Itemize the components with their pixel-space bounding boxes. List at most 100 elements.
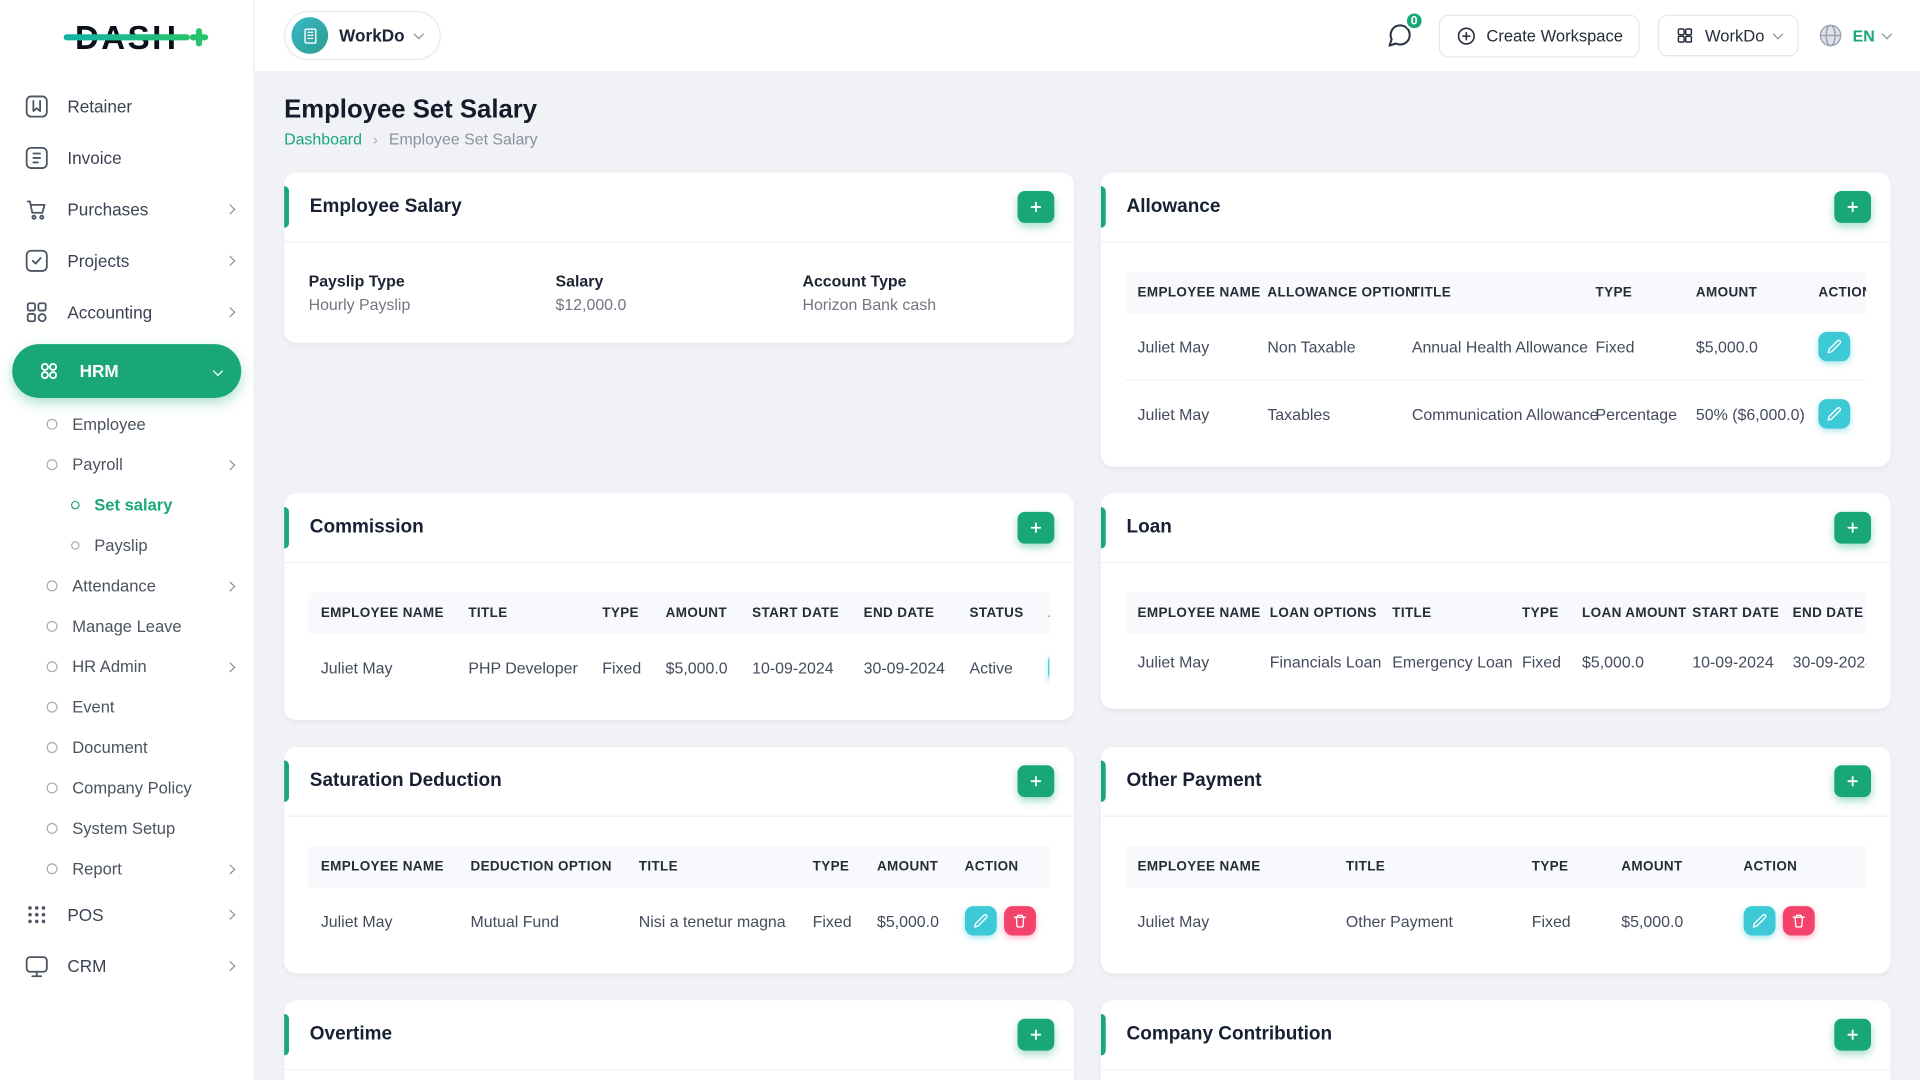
card-title: Loan — [1126, 516, 1172, 538]
column-header: START DATE — [739, 592, 852, 635]
other-payment-add-button[interactable] — [1834, 765, 1872, 798]
sidebar-item-document[interactable]: Document — [0, 727, 253, 767]
card-title: Saturation Deduction — [309, 770, 502, 792]
delete-button[interactable] — [1782, 906, 1815, 936]
sidebar-item-payslip[interactable]: Payslip — [0, 525, 253, 565]
other-payment-table: EMPLOYEE NAME TITLE TYPE AMOUNT ACTION J… — [1125, 846, 1867, 954]
sidebar-item-attendance[interactable]: Attendance — [0, 566, 253, 606]
column-header: TITLE — [456, 592, 591, 635]
sidebar-item-invoice[interactable]: Invoice — [0, 132, 253, 183]
breadcrumb-separator-icon: › — [372, 130, 378, 148]
breadcrumb-dashboard-link[interactable]: Dashboard — [284, 130, 362, 148]
card-title: Employee Salary — [309, 195, 462, 217]
sidebar-item-projects[interactable]: Projects — [0, 235, 253, 286]
column-header: DEDUCTION OPTION — [458, 846, 627, 888]
column-header: START DATE — [1679, 592, 1781, 635]
column-header: TYPE — [1583, 271, 1684, 314]
sidebar-item-hrm[interactable]: HRM — [12, 344, 242, 398]
sidebar-item-purchases[interactable]: Purchases — [0, 184, 253, 235]
check-square-icon — [20, 244, 54, 278]
card-title: Company Contribution — [1126, 1023, 1333, 1045]
sidebar-item-manage-leave[interactable]: Manage Leave — [0, 606, 253, 646]
breadcrumb: Dashboard › Employee Set Salary — [284, 130, 1891, 148]
overtime-add-button[interactable] — [1017, 1018, 1055, 1051]
field-salary: Salary $12,000.0 — [555, 271, 627, 314]
chevron-right-icon — [225, 204, 236, 215]
plus-icon — [1030, 776, 1042, 787]
edit-button[interactable] — [1818, 399, 1851, 429]
pencil-icon — [1752, 914, 1767, 928]
column-header: EMPLOYEE NAME — [1125, 592, 1260, 635]
column-header: LOAN AMOUNT — [1569, 592, 1686, 635]
sidebar-item-retainer[interactable]: Retainer — [0, 81, 253, 132]
loan-table: EMPLOYEE NAME LOAN OPTIONS TITLE TYPE LO… — [1125, 592, 1867, 690]
commission-add-button[interactable] — [1017, 511, 1055, 544]
messages-button[interactable]: 0 — [1379, 11, 1424, 57]
table-row: Juliet May Financials Loan Emergency Loa… — [1137, 652, 1867, 672]
workspace-name: WorkDo — [339, 25, 405, 46]
sidebar-item-report[interactable]: Report — [0, 849, 253, 889]
workspace-avatar — [291, 17, 329, 54]
edit-button[interactable] — [1818, 331, 1851, 362]
sidebar-item-system-setup[interactable]: System Setup — [0, 808, 253, 848]
employee-salary-add-button[interactable] — [1017, 191, 1055, 223]
sidebar-item-company-policy[interactable]: Company Policy — [0, 768, 253, 808]
sidebar-item-hr-admin[interactable]: HR Admin — [0, 647, 253, 687]
field-payslip-type: Payslip Type Hourly Payslip — [308, 271, 411, 314]
allowance-card: Allowance EMPLOYEE NAME ALLOWANCE OPTION… — [1100, 172, 1891, 467]
circle-icon — [46, 459, 58, 471]
app-logo[interactable]: DASH — [0, 0, 253, 76]
sidebar-item-event[interactable]: Event — [0, 687, 253, 727]
edit-button[interactable] — [1743, 906, 1776, 936]
card-title: Commission — [309, 516, 424, 538]
column-header: ACTION — [1806, 271, 1867, 314]
column-header: AMOUNT — [864, 846, 953, 888]
sidebar-item-employee[interactable]: Employee — [0, 404, 253, 444]
column-header: EMPLOYEE NAME — [308, 592, 457, 635]
chevron-right-icon — [225, 960, 236, 972]
column-header: AMOUNT — [1683, 271, 1807, 314]
sidebar-item-set-salary[interactable]: Set salary — [0, 485, 253, 525]
cart-icon — [20, 192, 54, 226]
plus-circle-icon — [1457, 26, 1475, 45]
plus-icon — [1847, 201, 1858, 213]
sidebar-nav: Retainer Invoice Purchases Projects Acco… — [0, 76, 253, 992]
column-header: EMPLOYEE NAME — [1125, 271, 1260, 314]
language-code: EN — [1852, 26, 1875, 45]
loan-add-button[interactable] — [1834, 511, 1872, 544]
column-header: EMPLOYEE NAME — [1125, 846, 1334, 888]
circle-icon — [46, 701, 58, 713]
grid-icon — [1678, 28, 1693, 43]
sidebar-item-payroll[interactable]: Payroll — [0, 444, 253, 484]
commission-table: EMPLOYEE NAME TITLE TYPE AMOUNT START DA… — [308, 592, 1050, 701]
sidebar-item-crm[interactable]: CRM — [0, 940, 253, 991]
allowance-add-button[interactable] — [1834, 191, 1872, 223]
main-area: WorkDo 0 Create Workspace WorkDo EN Empl… — [254, 0, 1920, 1080]
edit-button[interactable] — [1048, 652, 1050, 683]
company-contribution-add-button[interactable] — [1834, 1018, 1872, 1051]
chevron-down-icon — [1881, 28, 1893, 39]
plus-icon — [1847, 522, 1858, 533]
hrm-icon — [32, 354, 66, 388]
saturation-deduction-card: Saturation Deduction EMPLOYEE NAME DEDUC… — [284, 746, 1074, 974]
delete-button[interactable] — [1003, 906, 1036, 936]
page-title: Employee Set Salary — [284, 95, 538, 124]
card-title: Other Payment — [1126, 770, 1262, 792]
sidebar-item-pos[interactable]: POS — [0, 889, 253, 940]
workspace-selector[interactable]: WorkDo — [284, 11, 442, 60]
logo-swoosh-icon — [63, 28, 209, 47]
workdo-menu-button[interactable]: WorkDo — [1658, 14, 1799, 57]
retainer-icon — [20, 89, 54, 123]
topbar: WorkDo 0 Create Workspace WorkDo EN — [254, 0, 1920, 72]
column-header: AMOUNT — [653, 592, 740, 635]
column-header: TYPE — [590, 592, 654, 635]
column-header: TITLE — [626, 846, 801, 888]
language-selector[interactable]: EN — [1817, 22, 1893, 49]
sidebar-item-accounting[interactable]: Accounting — [0, 287, 253, 338]
saturation-deduction-add-button[interactable] — [1017, 765, 1055, 798]
app-viewport: DASH Retainer Invoice Purchases Projects… — [0, 0, 1920, 1080]
column-header: TITLE — [1399, 271, 1584, 314]
trash-icon — [1013, 914, 1026, 928]
create-workspace-button[interactable]: Create Workspace — [1438, 14, 1641, 57]
edit-button[interactable] — [964, 906, 997, 936]
